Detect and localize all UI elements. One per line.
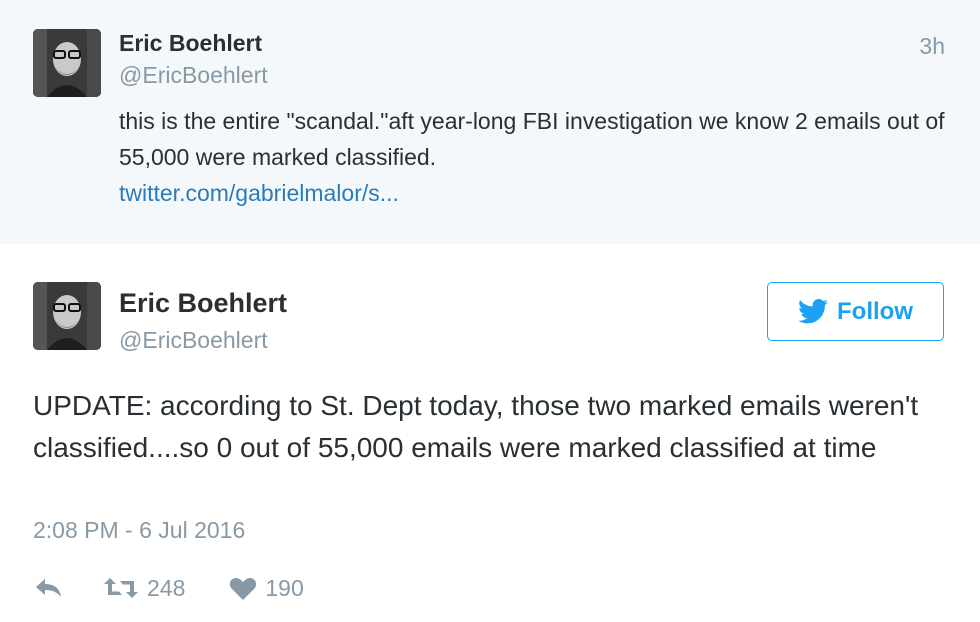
heart-icon bbox=[230, 577, 257, 600]
retweet-icon bbox=[104, 578, 138, 598]
follow-label: Follow bbox=[837, 297, 913, 325]
avatar[interactable] bbox=[33, 29, 101, 97]
quoted-tweet[interactable]: Eric Boehlert @EricBoehlert 3h this is t… bbox=[0, 0, 980, 244]
author-name[interactable]: Eric Boehlert bbox=[119, 288, 287, 319]
twitter-bird-icon bbox=[798, 299, 828, 324]
follow-button[interactable]: Follow bbox=[767, 282, 944, 341]
retweet-button[interactable]: 248 bbox=[103, 575, 185, 602]
quoted-tweet-body: this is the entire "scandal."aft year-lo… bbox=[119, 103, 949, 211]
tweet-timestamp[interactable]: 2:08 PM - 6 Jul 2016 bbox=[33, 517, 245, 544]
author-handle[interactable]: @EricBoehlert bbox=[119, 327, 268, 354]
tweet-text: UPDATE: according to St. Dept today, tho… bbox=[33, 390, 919, 463]
avatar[interactable] bbox=[33, 282, 101, 350]
reply-icon bbox=[36, 579, 61, 597]
avatar-photo bbox=[33, 29, 101, 97]
like-button[interactable]: 190 bbox=[229, 574, 304, 602]
quoted-author-handle[interactable]: @EricBoehlert bbox=[119, 62, 268, 89]
tweet-actions: 248 190 bbox=[33, 571, 304, 605]
retweet-count: 248 bbox=[147, 574, 186, 601]
quoted-author-name[interactable]: Eric Boehlert bbox=[119, 30, 262, 57]
quoted-tweet-link[interactable]: twitter.com/gabrielmalor/s... bbox=[119, 175, 949, 211]
avatar-photo bbox=[33, 282, 101, 350]
quoted-tweet-text: this is the entire "scandal."aft year-lo… bbox=[119, 108, 945, 170]
quoted-tweet-time[interactable]: 3h bbox=[919, 33, 945, 60]
like-count: 190 bbox=[265, 574, 304, 601]
reply-button[interactable] bbox=[33, 576, 65, 600]
